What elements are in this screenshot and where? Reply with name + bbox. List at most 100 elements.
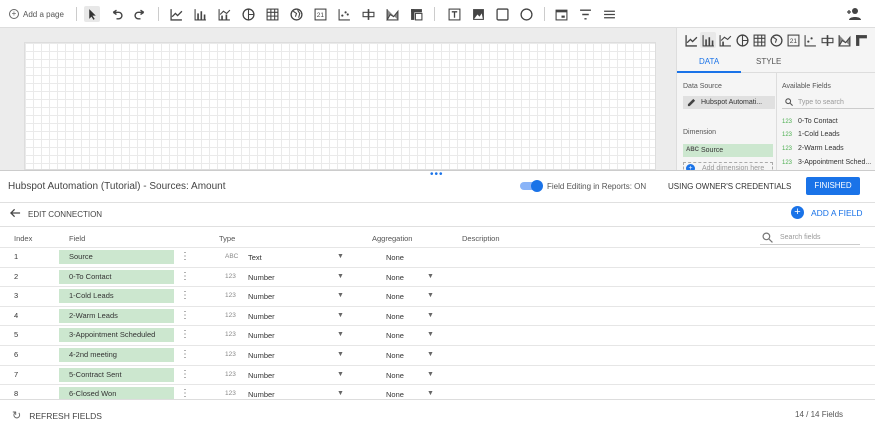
table-icon[interactable] — [264, 6, 280, 22]
row-index: 3 — [14, 291, 19, 301]
bar-chart-icon[interactable] — [700, 32, 716, 48]
dimension-chip[interactable]: ABC Source — [683, 144, 773, 157]
aggregation-dropdown-arrow-icon[interactable]: ▼ — [427, 331, 434, 338]
time-series-chart-icon[interactable] — [683, 32, 699, 48]
owner-credentials-button[interactable]: USING OWNER'S CREDENTIALS — [668, 182, 791, 191]
aggregation-dropdown-arrow-icon[interactable]: ▼ — [427, 292, 434, 299]
combo-chart-icon[interactable] — [717, 32, 733, 48]
combo-chart-icon[interactable] — [216, 6, 232, 22]
type-dropdown-arrow-icon[interactable]: ▼ — [337, 351, 344, 358]
available-field-item[interactable]: 123 1-Cold Leads — [782, 131, 840, 138]
add-page-button[interactable]: + Add a page — [9, 9, 64, 19]
redo-icon[interactable] — [132, 6, 148, 22]
geo-map-icon[interactable] — [768, 32, 784, 48]
back-arrow-icon[interactable] — [10, 208, 21, 221]
data-source-name: Hubspot Automati... — [701, 99, 763, 106]
type-dropdown-arrow-icon[interactable]: ▼ — [337, 390, 344, 397]
date-range-icon[interactable] — [553, 6, 569, 22]
field-name-chip[interactable]: 3-Appointment Scheduled — [59, 328, 174, 343]
report-canvas[interactable] — [24, 42, 656, 170]
scatter-chart-icon[interactable] — [336, 6, 352, 22]
field-name-chip[interactable]: 2-Warm Leads — [59, 308, 174, 323]
more-vert-icon[interactable]: ⋮ — [180, 250, 190, 264]
more-vert-icon[interactable]: ⋮ — [180, 368, 190, 382]
time-series-chart-icon[interactable] — [168, 6, 184, 22]
refresh-fields-button[interactable]: ↻ REFRESH FIELDS — [12, 409, 102, 422]
circle-icon[interactable] — [518, 6, 534, 22]
add-field-button[interactable]: + ADD A FIELD — [791, 206, 863, 219]
column-header-aggregation: Aggregation — [372, 234, 413, 243]
field-name-chip[interactable]: 1-Cold Leads — [59, 289, 174, 304]
search-fields-input[interactable]: Search fields — [760, 231, 860, 245]
data-control-icon[interactable] — [601, 6, 617, 22]
type-dropdown-arrow-icon[interactable]: ▼ — [337, 273, 344, 280]
select-cursor-icon[interactable] — [84, 6, 100, 22]
add-icon: + — [791, 206, 804, 219]
scorecard-icon[interactable]: 21 — [785, 32, 801, 48]
field-name-chip[interactable]: Source — [59, 250, 174, 264]
area-chart-icon[interactable] — [836, 32, 852, 48]
aggregation-value: None — [386, 292, 404, 302]
more-vert-icon[interactable]: ⋮ — [180, 328, 190, 342]
more-vert-icon[interactable]: ⋮ — [180, 270, 190, 284]
bullet-chart-icon[interactable] — [360, 6, 376, 22]
type-dropdown-arrow-icon[interactable]: ▼ — [337, 312, 344, 319]
resize-handle[interactable]: ••• — [430, 169, 444, 180]
pie-chart-icon[interactable] — [240, 6, 256, 22]
filter-control-icon[interactable] — [577, 6, 593, 22]
field-type-value: Number — [248, 272, 275, 282]
tab-data[interactable]: DATA — [699, 57, 719, 66]
area-chart-icon[interactable] — [384, 6, 400, 22]
aggregation-dropdown-arrow-icon[interactable]: ▼ — [427, 312, 434, 319]
finished-button[interactable]: FINISHED — [806, 177, 860, 195]
add-page-label: Add a page — [23, 9, 64, 19]
available-field-item[interactable]: 123 2-Warm Leads — [782, 145, 844, 152]
tab-style[interactable]: STYLE — [756, 57, 781, 66]
more-vert-icon[interactable]: ⋮ — [180, 309, 190, 323]
aggregation-dropdown-arrow-icon[interactable]: ▼ — [427, 273, 434, 280]
more-vert-icon[interactable]: ⋮ — [180, 289, 190, 303]
scorecard-icon[interactable]: 21 — [312, 6, 328, 22]
geo-map-icon[interactable] — [288, 6, 304, 22]
bar-chart-icon[interactable] — [192, 6, 208, 22]
type-dropdown-arrow-icon[interactable]: ▼ — [337, 371, 344, 378]
field-name-chip[interactable]: 4-2nd meeting — [59, 348, 174, 362]
aggregation-dropdown-arrow-icon[interactable]: ▼ — [427, 371, 434, 378]
search-placeholder: Type to search — [798, 99, 844, 106]
aggregation-dropdown-arrow-icon[interactable]: ▼ — [427, 351, 434, 358]
refresh-fields-label: REFRESH FIELDS — [29, 410, 102, 421]
more-vert-icon[interactable]: ⋮ — [180, 348, 190, 362]
aggregation-value: None — [386, 311, 404, 321]
scatter-chart-icon[interactable] — [802, 32, 818, 48]
available-fields-label: Available Fields — [782, 83, 831, 90]
edit-connection-button[interactable]: EDIT CONNECTION — [28, 210, 102, 219]
type-dropdown-arrow-icon[interactable]: ▼ — [337, 292, 344, 299]
available-field-name: 2-Warm Leads — [798, 145, 844, 152]
aggregation-dropdown-arrow-icon[interactable]: ▼ — [427, 390, 434, 397]
aggregation-value: None — [386, 370, 404, 380]
field-name-chip[interactable]: 5-Contract Sent — [59, 367, 174, 382]
toolbar-divider — [76, 7, 77, 21]
add-field-label: ADD A FIELD — [811, 207, 863, 218]
undo-icon[interactable] — [108, 6, 124, 22]
image-icon[interactable] — [470, 6, 486, 22]
available-field-item[interactable]: 123 3-Appointment Sched... — [782, 159, 871, 166]
pie-chart-icon[interactable] — [734, 32, 750, 48]
data-source-chip[interactable]: Hubspot Automati... — [683, 96, 775, 109]
pivot-table-icon[interactable] — [853, 32, 869, 48]
type-dropdown-arrow-icon[interactable]: ▼ — [337, 253, 344, 260]
field-editing-label: Field Editing in Reports: ON — [547, 182, 647, 191]
field-search-input[interactable]: Type to search — [782, 97, 874, 109]
field-name-chip[interactable]: 0-To Contact — [59, 269, 174, 284]
text-box-icon[interactable] — [446, 6, 462, 22]
field-type-value: Number — [248, 331, 275, 341]
rectangle-icon[interactable] — [494, 6, 510, 22]
available-field-item[interactable]: 123 0-To Contact — [782, 118, 838, 125]
divider — [0, 202, 875, 203]
table-icon[interactable] — [751, 32, 767, 48]
type-dropdown-arrow-icon[interactable]: ▼ — [337, 331, 344, 338]
field-editing-toggle[interactable] — [520, 180, 543, 192]
share-person-add-icon[interactable] — [846, 7, 862, 23]
pivot-table-icon[interactable] — [408, 6, 424, 22]
bullet-chart-icon[interactable] — [819, 32, 835, 48]
